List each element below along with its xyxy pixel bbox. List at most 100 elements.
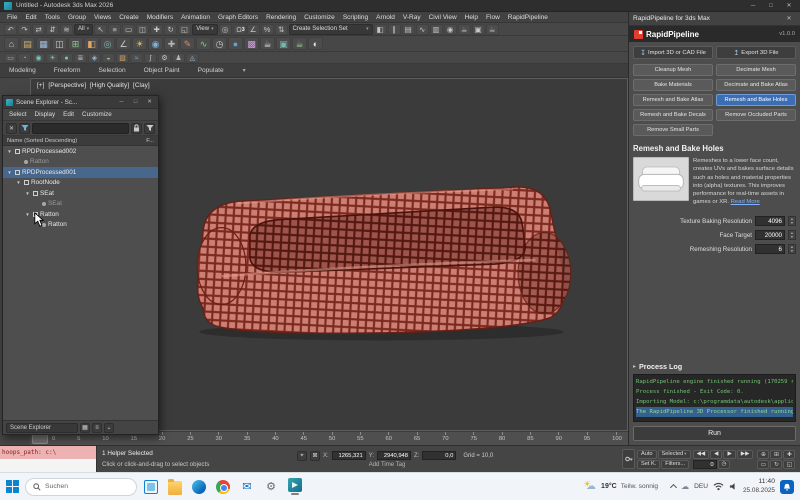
- explorer-grid-view-icon[interactable]: ▦: [80, 423, 90, 433]
- listener-pink-line[interactable]: hoops_path: c:\: [0, 446, 96, 459]
- vray-render-icon[interactable]: ◔: [18, 53, 31, 63]
- select-and-link-icon[interactable]: ⇄: [32, 24, 45, 35]
- mail-icon[interactable]: ✉: [238, 476, 256, 498]
- vray-light-icon[interactable]: ☀: [46, 53, 59, 63]
- time-configuration-button[interactable]: ◷: [718, 460, 731, 469]
- tree-row-seat[interactable]: SEat: [3, 199, 158, 210]
- select-by-name-icon[interactable]: ≡: [108, 24, 121, 35]
- tree-row-rpdprocessed002[interactable]: ▼RPDProcessed002: [3, 146, 158, 157]
- vray-frame-buffer-icon[interactable]: ▭: [4, 53, 17, 63]
- mirror-tool-icon[interactable]: ◫: [52, 37, 67, 50]
- tree-row-ratton[interactable]: Ratton: [3, 220, 158, 231]
- zoom-region-icon[interactable]: ▭: [757, 460, 769, 469]
- scene-search-input[interactable]: [32, 123, 129, 134]
- zoom-all-icon[interactable]: ⊞: [770, 450, 782, 459]
- expand-arrow-icon[interactable]: ▼: [15, 180, 22, 185]
- filter-dropdown-icon[interactable]: [19, 123, 30, 134]
- preset-decimate-mesh[interactable]: Decimate Mesh: [716, 64, 796, 76]
- preset-remesh-and-bake-decals[interactable]: Remesh and Bake Decals: [633, 109, 713, 121]
- tree-row-rootnode[interactable]: ▼RootNode: [3, 178, 158, 189]
- camera-icon[interactable]: ◉: [148, 37, 163, 50]
- bind-to-space-warp-icon[interactable]: ≋: [60, 24, 73, 35]
- param-value-field[interactable]: 20000: [755, 230, 785, 240]
- render-production-icon[interactable]: ☕: [486, 24, 499, 35]
- align-icon[interactable]: ∥: [388, 24, 401, 35]
- toggle-ribbon-icon[interactable]: ▦: [36, 37, 51, 50]
- expand-arrow-icon[interactable]: ▼: [24, 191, 31, 196]
- preset-bake-materials[interactable]: Bake Materials: [633, 79, 713, 91]
- use-pivot-point-icon[interactable]: ◎: [219, 24, 232, 35]
- sofa-3d-model[interactable]: [191, 177, 576, 344]
- zoom-icon[interactable]: ⊕: [757, 450, 769, 459]
- process-log-header[interactable]: ▸ Process Log: [633, 362, 796, 371]
- clear-search-icon[interactable]: ✕: [6, 123, 17, 134]
- log-line[interactable]: The RapidPipeline 3D Processor finished …: [636, 407, 793, 417]
- advanced-filter-icon[interactable]: [144, 123, 155, 134]
- taskbar-search[interactable]: Suchen: [25, 478, 137, 496]
- scene-explorer-titlebar[interactable]: Scene Explorer - Sc... ─ □ ✕: [3, 96, 158, 109]
- angle-snap-icon[interactable]: ∠: [247, 24, 260, 35]
- menu-flow[interactable]: Flow: [482, 12, 504, 23]
- selected-dropdown[interactable]: Selected▾: [658, 450, 691, 459]
- edge-icon[interactable]: [190, 476, 208, 498]
- param-spinner[interactable]: ▴▾: [788, 230, 796, 240]
- percent-snap-icon[interactable]: %: [261, 24, 274, 35]
- expand-arrow-icon[interactable]: ▼: [6, 170, 13, 175]
- export-3d-button[interactable]: ↥ Export 3D File: [716, 46, 796, 59]
- render-frame-window-icon[interactable]: ▣: [276, 37, 291, 50]
- import-3d-button[interactable]: ↧ Import 3D or CAD File: [633, 46, 713, 59]
- vray-material-icon[interactable]: ●: [60, 53, 73, 63]
- ribbon-tab-populate[interactable]: Populate: [189, 64, 233, 78]
- paint-icon[interactable]: ✎: [180, 37, 195, 50]
- clock[interactable]: 11:40 25.08.2025: [743, 478, 775, 495]
- param-spinner[interactable]: ▴▾: [788, 216, 796, 226]
- civil-view-icon[interactable]: ◬: [186, 53, 199, 63]
- helper-tool-icon[interactable]: ✚: [164, 37, 179, 50]
- se-menu-select[interactable]: Select: [5, 109, 31, 120]
- expand-arrow-icon[interactable]: ▼: [6, 149, 13, 154]
- start-button[interactable]: [6, 480, 20, 494]
- select-and-rotate-icon[interactable]: ↻: [164, 24, 177, 35]
- play-button[interactable]: ▶: [723, 450, 735, 459]
- se-menu-customize[interactable]: Customize: [78, 109, 116, 120]
- snaps-toggle-icon[interactable]: Ω3: [233, 24, 246, 35]
- listener-white-line[interactable]: [0, 459, 96, 472]
- reference-coordinate-dropdown[interactable]: View▾: [192, 24, 217, 35]
- close-button[interactable]: ✕: [782, 1, 796, 11]
- preset-remesh-and-bake-holes[interactable]: Remesh and Bake Holes: [716, 94, 796, 106]
- menu-animation[interactable]: Animation: [177, 12, 214, 23]
- ribbon-tab-object-paint[interactable]: Object Paint: [135, 64, 189, 78]
- param-spinner[interactable]: ▴▾: [788, 244, 796, 254]
- preset-remesh-and-bake-atlas[interactable]: Remesh and Bake Atlas: [633, 94, 713, 106]
- maxscript-mini-listener[interactable]: hoops_path: c:\: [0, 446, 97, 472]
- param-value-field[interactable]: 6: [755, 244, 785, 254]
- viewport-quality-menu[interactable]: [High Quality]: [90, 82, 129, 89]
- time-slider-handle[interactable]: [32, 434, 48, 444]
- viewport-shading-menu[interactable]: [Clay]: [133, 82, 150, 89]
- rapidpipeline-panel-titlebar[interactable]: RapidPipeline for 3ds Max ✕: [629, 12, 800, 26]
- rendered-frame-icon[interactable]: ▣: [472, 24, 485, 35]
- se-menu-edit[interactable]: Edit: [59, 109, 78, 120]
- cat-rig-icon[interactable]: ⚙: [158, 53, 171, 63]
- select-and-scale-icon[interactable]: ◱: [178, 24, 191, 35]
- menu-arnold[interactable]: Arnold: [372, 12, 399, 23]
- menu-tools[interactable]: Tools: [41, 12, 64, 23]
- explorer-list-view-icon[interactable]: ≡: [92, 423, 102, 433]
- named-selection-set-dropdown[interactable]: Create Selection Set▾: [289, 24, 373, 35]
- arnold-render-icon[interactable]: ◐: [308, 37, 323, 50]
- scene-explorer-toggle-icon[interactable]: ▤: [402, 24, 415, 35]
- array-tool-icon[interactable]: ⊞: [68, 37, 83, 50]
- set-key-big-button[interactable]: [622, 449, 635, 469]
- selection-lock-toggle-icon[interactable]: ⊠: [310, 451, 320, 461]
- expand-arrow-icon[interactable]: ▼: [24, 212, 31, 217]
- rectangular-selection-region-icon[interactable]: ▭: [122, 24, 135, 35]
- select-and-move-icon[interactable]: ✚: [150, 24, 163, 35]
- time-config-icon[interactable]: ◷: [212, 37, 227, 50]
- cloth-icon[interactable]: ▧: [116, 53, 129, 63]
- menu-rendering[interactable]: Rendering: [262, 12, 300, 23]
- task-view-icon[interactable]: [142, 476, 160, 498]
- material-sphere-icon[interactable]: ●: [228, 37, 243, 50]
- ribbon-tab-freeform[interactable]: Freeform: [45, 64, 90, 78]
- unlink-selection-icon[interactable]: ⇵: [46, 24, 59, 35]
- orbit-icon[interactable]: ↻: [770, 460, 782, 469]
